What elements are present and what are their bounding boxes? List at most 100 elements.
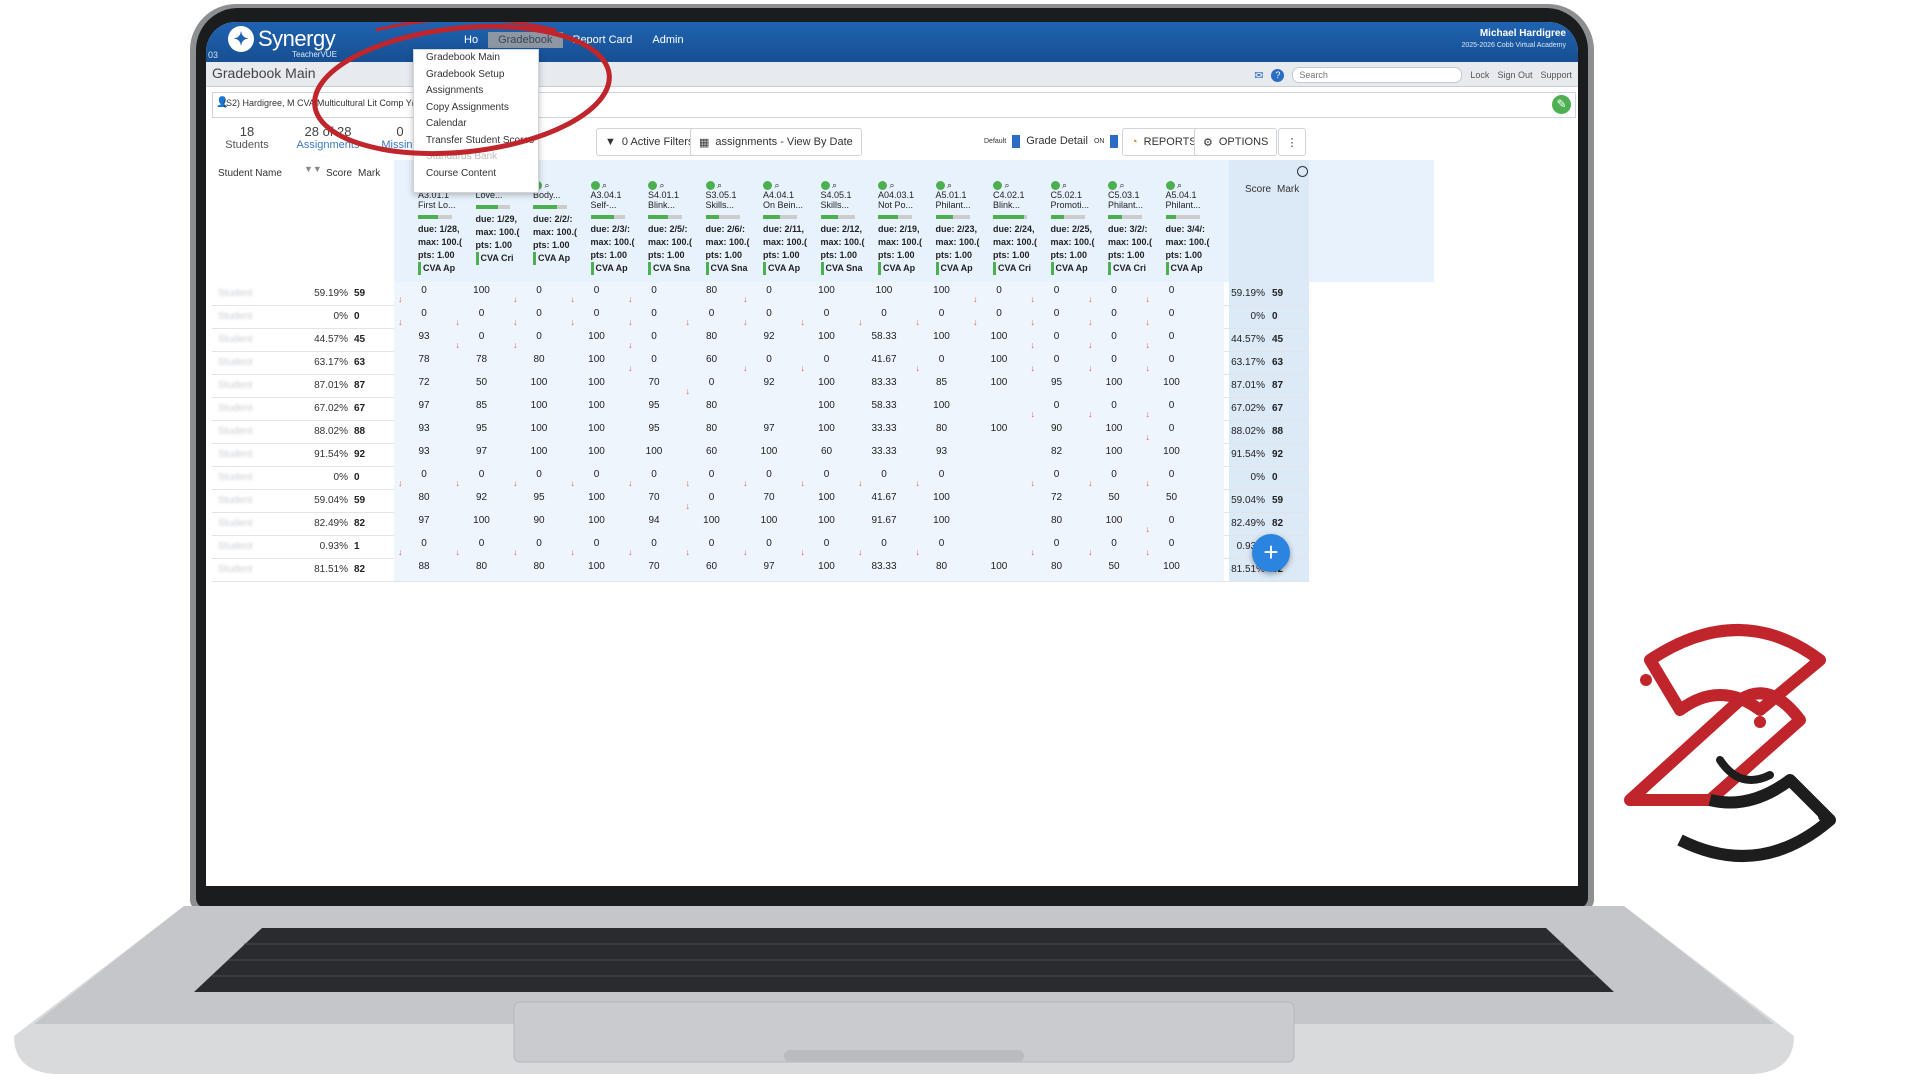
score-cell[interactable]: 100 xyxy=(509,400,569,411)
score-cell[interactable]: 0 xyxy=(624,331,684,342)
score-cell[interactable]: 50 xyxy=(1084,561,1144,572)
score-cell[interactable]: 60 xyxy=(682,561,742,572)
score-cell[interactable]: 100 xyxy=(452,515,512,526)
score-cell[interactable]: 0 xyxy=(509,308,569,319)
score-cell[interactable]: 0 xyxy=(912,308,972,319)
score-cell[interactable]: 93 xyxy=(912,446,972,457)
score-cell[interactable]: 80 xyxy=(509,561,569,572)
score-cell[interactable]: 72 xyxy=(1027,492,1087,503)
score-cell[interactable]: 94 xyxy=(624,515,684,526)
score-cell[interactable]: 0 xyxy=(682,492,742,503)
score-cell[interactable]: 100 xyxy=(969,561,1029,572)
score-cell[interactable]: 0 xyxy=(1084,354,1144,365)
score-cell[interactable]: 0 xyxy=(624,354,684,365)
score-cell[interactable]: 100 xyxy=(682,515,742,526)
score-cell[interactable]: 100 xyxy=(567,446,627,457)
score-cell[interactable]: 97 xyxy=(452,446,512,457)
score-cell[interactable]: 0 xyxy=(1142,331,1202,342)
score-cell[interactable]: 100 xyxy=(1142,561,1202,572)
score-cell[interactable]: 100 xyxy=(1142,446,1202,457)
assignment-header[interactable]: ⌕ C5.02.1 Promoti... due: 2/25, max: 100.(pt… xyxy=(1050,180,1095,276)
score-cell[interactable]: 92 xyxy=(452,492,512,503)
score-cell[interactable]: 0 xyxy=(854,469,914,480)
student-name[interactable]: Student xyxy=(218,357,298,368)
score-cell[interactable]: 0 xyxy=(567,285,627,296)
score-cell[interactable]: 95 xyxy=(624,423,684,434)
score-cell[interactable]: 100 xyxy=(567,561,627,572)
score-cell[interactable]: 0 xyxy=(797,538,857,549)
assignment-header[interactable]: ⌕ Body... due: 2/2/: max: 100.(pts: 1.00 CVA… xyxy=(533,180,577,266)
score-cell[interactable]: 0 xyxy=(1142,308,1202,319)
score-cell[interactable]: 100 xyxy=(567,331,627,342)
help-icon[interactable]: ? xyxy=(1271,68,1285,82)
table-row[interactable]: Student 67.02% 67 97 85 100 100 95 80 100 58.33 100… xyxy=(212,397,1309,421)
score-cell[interactable]: 100 xyxy=(797,423,857,434)
score-cell[interactable]: 82 xyxy=(1027,446,1087,457)
assignment-header[interactable]: ⌕ A4.04.1 On Bein... due: 2/11, max: 100.(pt… xyxy=(763,180,807,276)
score-cell[interactable]: 80 xyxy=(682,331,742,342)
student-name[interactable]: Student xyxy=(218,403,298,414)
assignment-header[interactable]: ⌕ S4.05.1 Skills... due: 2/12, max: 100.(pts… xyxy=(820,180,865,276)
score-cell[interactable]: 100 xyxy=(912,515,972,526)
score-cell[interactable]: 92 xyxy=(739,377,799,388)
score-cell[interactable]: 0 xyxy=(969,308,1029,319)
score-cell[interactable]: 100 xyxy=(969,423,1029,434)
score-cell[interactable]: 50 xyxy=(1142,492,1202,503)
table-row[interactable]: Student 63.17% 63 78 78 80 100 0 ↓ 60 0 ↓ 0 ↓ 41.67 0 ↓ 1… xyxy=(212,351,1309,375)
score-cell[interactable]: 58.33 xyxy=(854,400,914,411)
table-row[interactable]: Student 0% 0 0 ↓ 0 ↓ 0 ↓ 0 ↓ 0 ↓ 0 ↓ 0 ↓ 0 ↓ 0 ↓ 0 ↓ 0 ↓ 0 ↓ 0 ↓ 0 ↓ 0%… xyxy=(212,305,1309,329)
mark-header[interactable]: Mark xyxy=(358,168,380,179)
assignment-header[interactable]: ⌕ A5.01.1 Philant... due: 2/23, max: 100.(pt… xyxy=(935,180,980,276)
score-cell[interactable]: 80 xyxy=(1027,561,1087,572)
score-cell[interactable]: 100 xyxy=(567,423,627,434)
assignment-header[interactable]: ⌕A3.01.1First Lo...due: 1/28,max: 100.(p… xyxy=(418,180,462,276)
score-cell[interactable]: 0 xyxy=(854,538,914,549)
score-cell[interactable]: 97 xyxy=(394,400,454,411)
score-cell[interactable]: 0 xyxy=(567,538,627,549)
search-input[interactable] xyxy=(1292,67,1463,83)
score-cell[interactable]: 93 xyxy=(394,446,454,457)
score-cell[interactable]: 0 xyxy=(969,285,1029,296)
score-cell[interactable]: 0 xyxy=(452,331,512,342)
lock-link[interactable]: Lock xyxy=(1470,70,1489,80)
score-cell[interactable]: 0 xyxy=(394,538,454,549)
score-cell[interactable]: 90 xyxy=(509,515,569,526)
score-cell[interactable]: 93 xyxy=(394,331,454,342)
score-cell[interactable]: 100 xyxy=(797,515,857,526)
score-cell[interactable]: 41.67 xyxy=(854,492,914,503)
score-cell[interactable]: 0 xyxy=(1084,469,1144,480)
score-cell[interactable]: 0 xyxy=(567,308,627,319)
score-cell[interactable]: 0 xyxy=(1142,469,1202,480)
score-cell[interactable]: 100 xyxy=(1084,423,1144,434)
score-cell[interactable]: 0 xyxy=(1084,331,1144,342)
grade-detail-toggle[interactable]: Default Grade Detail ON xyxy=(976,128,1127,154)
score-cell[interactable]: 80 xyxy=(394,492,454,503)
score-cell[interactable]: 97 xyxy=(739,423,799,434)
score-cell[interactable]: 100 xyxy=(1084,515,1144,526)
score-cell[interactable]: 0 xyxy=(1142,423,1202,434)
score-cell[interactable]: 95 xyxy=(452,423,512,434)
score-cell[interactable]: 100 xyxy=(912,400,972,411)
score-cell[interactable]: 100 xyxy=(797,285,857,296)
score-cell[interactable]: 0 xyxy=(682,308,742,319)
score-cell[interactable]: 85 xyxy=(452,400,512,411)
score-cell[interactable]: 70 xyxy=(739,492,799,503)
score-cell[interactable]: 100 xyxy=(797,331,857,342)
score-cell[interactable]: 100 xyxy=(969,377,1029,388)
score-cell[interactable]: 0 xyxy=(1084,400,1144,411)
score-cell[interactable]: 0 xyxy=(854,308,914,319)
student-name[interactable]: Student xyxy=(218,541,298,552)
score-cell[interactable]: 88 xyxy=(394,561,454,572)
table-row[interactable]: Student 88.02% 88 93 95 100 100 95 80 97 100 33.33 8… xyxy=(212,420,1309,444)
score-cell[interactable]: 41.67 xyxy=(854,354,914,365)
score-cell[interactable]: 0 xyxy=(509,538,569,549)
score-cell[interactable]: 100 xyxy=(509,377,569,388)
table-row[interactable]: Student 0% 0 0 ↓ 0 ↓ 0 ↓ 0 ↓ 0 ↓ 0 ↓ 0 ↓ 0 ↓ 0 ↓ 0 ↓ 0 ↓ 0 ↓ 0 ↓ 0% 0 xyxy=(212,466,1309,490)
score-cell[interactable]: 0 xyxy=(1027,354,1087,365)
student-name[interactable]: Student xyxy=(218,288,298,299)
score-cell[interactable]: 33.33 xyxy=(854,446,914,457)
score-cell[interactable]: 0 xyxy=(739,285,799,296)
score-cell[interactable]: 95 xyxy=(624,400,684,411)
score-cell[interactable]: 97 xyxy=(394,515,454,526)
score-cell[interactable]: 85 xyxy=(912,377,972,388)
